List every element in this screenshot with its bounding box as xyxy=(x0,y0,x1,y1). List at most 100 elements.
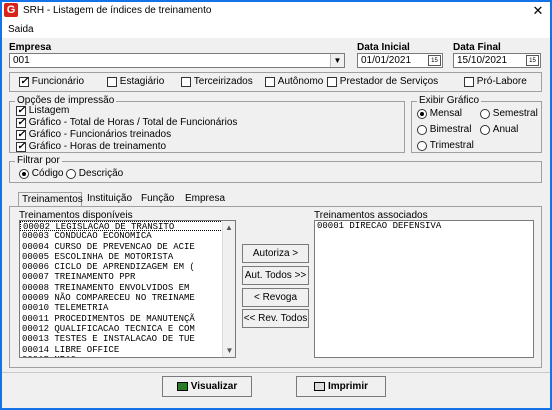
radio-icon xyxy=(417,124,427,135)
radio-icon xyxy=(480,124,490,135)
checkbox-label: Funcionário xyxy=(31,76,85,87)
menu-item-saida[interactable]: Saida xyxy=(8,24,34,35)
filtrar-title: Filtrar por xyxy=(15,155,62,166)
autoriza-button[interactable]: Autoriza > xyxy=(242,244,309,263)
checkbox-label: Gráfico - Total de Horas / Total de Func… xyxy=(28,117,238,128)
checkbox-funcionario[interactable]: Funcionário xyxy=(19,76,84,87)
radio-label: Anual xyxy=(492,124,519,135)
visualizar-button[interactable]: Visualizar xyxy=(162,376,252,397)
close-icon[interactable]: ✕ xyxy=(528,2,548,20)
empresa-value: 001 xyxy=(13,55,30,66)
list-item[interactable]: 00010 TELEMETRIA xyxy=(20,303,235,313)
tab-funcao[interactable]: Função xyxy=(138,192,177,207)
radio-icon xyxy=(66,168,76,179)
printer-icon xyxy=(313,381,325,391)
checkbox-icon xyxy=(16,117,26,128)
visualizar-label: Visualizar xyxy=(190,381,238,392)
chevron-down-icon[interactable]: ▼ xyxy=(330,54,344,67)
list-item[interactable]: 00009 NÃO COMPARECEU NO TREINAME xyxy=(20,293,235,303)
radio-label: Trimestral xyxy=(429,140,474,151)
radio-icon xyxy=(417,108,427,119)
radio-codigo[interactable]: Código xyxy=(19,168,63,179)
data-final-label: Data Final xyxy=(453,42,501,53)
rev-todos-button[interactable]: << Rev. Todos xyxy=(242,309,309,328)
list-item[interactable]: 00014 LIBRE OFFICE xyxy=(20,345,235,355)
revoga-button[interactable]: < Revoga xyxy=(242,288,309,307)
list-item[interactable]: 00001 DIRECAO DEFENSIVA xyxy=(315,221,533,231)
imprimir-button[interactable]: Imprimir xyxy=(296,376,386,397)
aut-todos-button[interactable]: Aut. Todos >> xyxy=(242,266,309,285)
checkbox-label: Autônomo xyxy=(277,76,324,87)
divider xyxy=(2,372,550,373)
radio-label: Semestral xyxy=(492,108,538,119)
menu-bar xyxy=(2,22,550,38)
empresa-select[interactable]: 001 xyxy=(9,53,345,68)
tab-empresa[interactable]: Empresa xyxy=(182,192,228,207)
checkbox-terceirizados[interactable]: Terceirizados xyxy=(181,76,253,87)
empresa-label: Empresa xyxy=(9,42,52,53)
checkbox-icon xyxy=(107,76,117,87)
checkbox-estagiario[interactable]: Estagiário xyxy=(107,76,164,87)
checkbox-grafico-total-horas[interactable]: Gráfico - Total de Horas / Total de Func… xyxy=(16,117,237,128)
radio-icon xyxy=(19,168,29,179)
list-item[interactable]: 00003 CONDUCAO ECONOMICA xyxy=(20,231,235,241)
disponiveis-list[interactable]: 00002 LEGISLACAO DE TRANSITO 00003 CONDUC… xyxy=(19,220,236,358)
checkbox-label: Gráfico - Funcionários treinados xyxy=(28,129,172,140)
list-item[interactable]: 00015 NR10 xyxy=(20,355,235,357)
imprimir-label: Imprimir xyxy=(327,381,368,392)
checkbox-label: Estagiário xyxy=(119,76,165,87)
checkbox-label: Listagem xyxy=(28,105,70,116)
list-item[interactable]: 00006 CICLO DE APRENDIZAGEM EM ( xyxy=(20,262,235,272)
data-inicial-label: Data Inicial xyxy=(357,42,410,53)
calendar-icon[interactable]: 15 xyxy=(428,55,441,66)
checkbox-label: Prestador de Serviços xyxy=(339,76,439,87)
checkbox-icon xyxy=(265,76,275,87)
checkbox-icon xyxy=(19,76,29,87)
monitor-icon xyxy=(176,381,188,391)
checkbox-label: Gráfico - Horas de treinamento xyxy=(28,141,167,152)
radio-label: Bimestral xyxy=(429,124,472,135)
checkbox-icon xyxy=(16,129,26,140)
data-final-value: 15/10/2021 xyxy=(457,55,508,66)
list-item[interactable]: 00011 PROCEDIMENTOS DE MANUTENÇÃ xyxy=(20,314,235,324)
radio-anual[interactable]: Anual xyxy=(480,124,518,135)
checkbox-icon xyxy=(464,76,474,87)
checkbox-icon xyxy=(16,141,26,152)
radio-label: Descrição xyxy=(78,168,124,179)
calendar-icon[interactable]: 15 xyxy=(526,55,539,66)
list-item[interactable]: 00012 QUALIFICACAO TECNICA E COM xyxy=(20,324,235,334)
app-logo-icon: G xyxy=(4,3,18,17)
radio-descricao[interactable]: Descrição xyxy=(66,168,123,179)
list-item[interactable]: 00007 TREINAMENTO PPR xyxy=(20,272,235,282)
radio-semestral[interactable]: Semestral xyxy=(480,108,538,119)
radio-trimestral[interactable]: Trimestral xyxy=(417,140,474,151)
radio-mensal[interactable]: Mensal xyxy=(417,108,462,119)
scrollbar[interactable]: ▲ ▼ xyxy=(222,221,235,357)
list-item[interactable]: 00008 TREINAMENTO ENVOLVIDOS EM xyxy=(20,283,235,293)
associados-list[interactable]: 00001 DIRECAO DEFENSIVA xyxy=(314,220,534,358)
checkbox-pro-labore[interactable]: Pró-Labore xyxy=(464,76,527,87)
checkbox-label: Terceirizados xyxy=(193,76,253,87)
checkbox-icon xyxy=(16,105,26,116)
checkbox-listagem[interactable]: Listagem xyxy=(16,105,69,116)
list-item[interactable]: 00005 ESCOLINHA DE MOTORISTA xyxy=(20,252,235,262)
chevron-down-icon[interactable]: ▼ xyxy=(223,346,236,355)
checkbox-autonomo[interactable]: Autônomo xyxy=(265,76,323,87)
radio-label: Mensal xyxy=(429,108,463,119)
checkbox-label: Pró-Labore xyxy=(476,76,527,87)
list-item[interactable]: 00013 TESTES E INSTALACAO DE TUE xyxy=(20,334,235,344)
radio-label: Código xyxy=(31,168,64,179)
checkbox-grafico-horas[interactable]: Gráfico - Horas de treinamento xyxy=(16,141,166,152)
tab-instituicao[interactable]: Instituição xyxy=(84,192,135,207)
radio-icon xyxy=(480,108,490,119)
checkbox-prestador[interactable]: Prestador de Serviços xyxy=(327,76,438,87)
checkbox-icon xyxy=(327,76,337,87)
list-item[interactable]: 00002 LEGISLACAO DE TRANSITO xyxy=(20,221,235,232)
radio-bimestral[interactable]: Bimestral xyxy=(417,124,471,135)
tab-treinamentos[interactable]: Treinamentos xyxy=(18,192,83,207)
exibir-grafico-title: Exibir Gráfico xyxy=(417,95,482,106)
list-item[interactable]: 00004 CURSO DE PREVENCAO DE ACIE xyxy=(20,242,235,252)
checkbox-grafico-funcionarios[interactable]: Gráfico - Funcionários treinados xyxy=(16,129,171,140)
data-inicial-value: 01/01/2021 xyxy=(361,55,412,66)
chevron-up-icon[interactable]: ▲ xyxy=(223,223,235,232)
